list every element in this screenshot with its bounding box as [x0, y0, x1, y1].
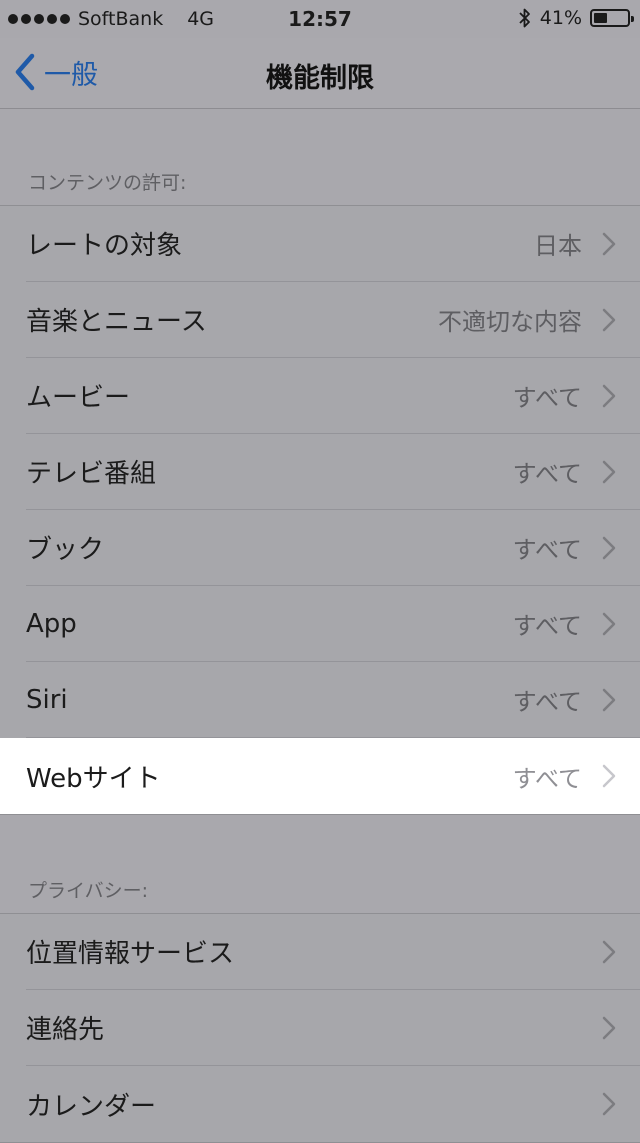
row-value: すべて	[512, 612, 582, 640]
chevron-right-icon	[602, 460, 616, 484]
row-value: すべて	[512, 764, 582, 793]
row-label: ムービー	[26, 383, 131, 413]
status-right: 41%	[518, 7, 634, 29]
row-label: 位置情報サービス	[26, 939, 235, 969]
section-header-content: コンテンツの許可:	[28, 172, 187, 194]
chevron-right-icon	[602, 1092, 616, 1116]
battery-percent: 41%	[539, 7, 582, 29]
setting-row-books[interactable]: ブック すべて	[26, 510, 640, 586]
chevron-right-icon	[602, 688, 616, 712]
setting-row-music-news[interactable]: 音楽とニュース 不適切な内容	[26, 282, 640, 358]
setting-row-apps[interactable]: App すべて	[26, 586, 640, 662]
row-value: すべて	[512, 536, 582, 564]
row-label: App	[26, 608, 77, 639]
setting-row-location-services[interactable]: 位置情報サービス	[26, 914, 640, 990]
navigation-bar: 一般 機能制限	[0, 38, 640, 109]
chevron-right-icon	[602, 308, 616, 332]
row-label: Siri	[26, 684, 68, 715]
setting-row-contacts[interactable]: 連絡先	[26, 990, 640, 1066]
chevron-right-icon	[602, 536, 616, 560]
row-value: すべて	[512, 384, 582, 412]
chevron-right-icon	[602, 1016, 616, 1040]
row-label: カレンダー	[26, 1091, 157, 1122]
setting-row-siri[interactable]: Siri すべて	[26, 662, 640, 738]
battery-icon	[590, 9, 634, 27]
setting-row-tv-shows[interactable]: テレビ番組 すべて	[26, 434, 640, 510]
privacy-settings-group: 位置情報サービス 連絡先 カレンダー	[0, 913, 640, 1143]
row-value: 日本	[534, 232, 582, 260]
chevron-right-icon	[602, 612, 616, 636]
row-label: ブック	[26, 535, 105, 565]
setting-row-calendars[interactable]: カレンダー	[26, 1066, 640, 1142]
status-bar: SoftBank 4G 12:57 41%	[0, 0, 640, 38]
chevron-right-icon	[602, 940, 616, 964]
section-header-privacy: プライバシー:	[28, 880, 149, 902]
row-value: 不適切な内容	[438, 308, 582, 336]
setting-row-movies[interactable]: ムービー すべて	[26, 358, 640, 434]
page-title: 機能制限	[266, 63, 374, 94]
row-label: テレビ番組	[26, 459, 157, 489]
bluetooth-icon	[518, 7, 532, 29]
row-label: Webサイト	[26, 763, 161, 794]
chevron-right-icon	[602, 764, 616, 788]
row-label: レートの対象	[26, 231, 183, 261]
row-value: すべて	[512, 460, 582, 488]
battery-tip	[631, 16, 634, 22]
battery-fill	[594, 13, 608, 23]
row-label: 音楽とニュース	[26, 307, 207, 337]
row-value: すべて	[512, 688, 582, 716]
content-settings-group: レートの対象 日本 音楽とニュース 不適切な内容 ムービー すべて テレビ番組 …	[0, 205, 640, 815]
row-label: 連絡先	[26, 1015, 105, 1045]
chevron-right-icon	[602, 384, 616, 408]
setting-row-websites[interactable]: Webサイト すべて	[0, 738, 640, 814]
chevron-right-icon	[602, 232, 616, 256]
setting-row-ratings[interactable]: レートの対象 日本	[26, 206, 640, 282]
